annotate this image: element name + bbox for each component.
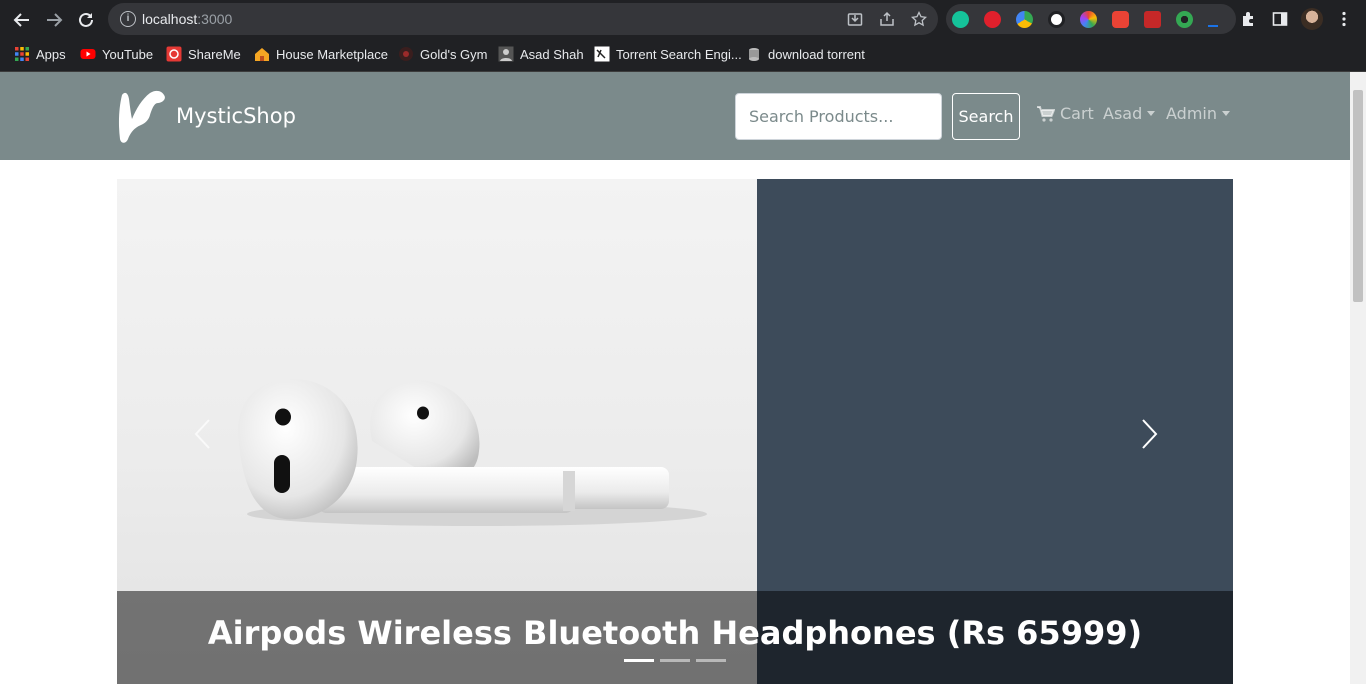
- house-icon: [255, 48, 269, 61]
- search-button[interactable]: Search: [952, 93, 1020, 140]
- bookmark-house-marketplace[interactable]: House Marketplace: [254, 39, 388, 69]
- h-extension-icon[interactable]: [1048, 11, 1065, 28]
- bookmark-asad-shah[interactable]: Asad Shah: [498, 39, 584, 69]
- user-menu-dropdown[interactable]: Asad: [1103, 104, 1156, 123]
- chevron-down-icon: [1147, 111, 1156, 116]
- bookmark-shareme[interactable]: ShareMe: [166, 39, 241, 69]
- browser-toolbar: i localhost:3000: [0, 0, 1366, 39]
- grammarly-extension-icon[interactable]: [952, 11, 969, 28]
- cart-label: Cart: [1060, 104, 1094, 123]
- bookmark-label: Apps: [36, 46, 66, 62]
- bookmark-torrent-search[interactable]: Torrent Search Engi...: [594, 39, 742, 69]
- shareme-icon: [166, 46, 182, 62]
- admin-menu-dropdown[interactable]: Admin: [1166, 104, 1230, 123]
- mysticshop-logo-icon: [118, 90, 165, 143]
- bookmark-apps[interactable]: Apps: [14, 39, 66, 69]
- brand-link[interactable]: MysticShop: [116, 89, 296, 143]
- colorzilla-extension-icon[interactable]: [1080, 11, 1097, 28]
- cart-icon: [1037, 105, 1055, 122]
- carousel-indicator-2[interactable]: [660, 659, 690, 662]
- chevron-right-icon: [1142, 419, 1158, 449]
- bookmark-label: ShareMe: [188, 46, 241, 62]
- share-icon[interactable]: [878, 10, 896, 28]
- reload-button[interactable]: [74, 8, 98, 32]
- chrome-menu-icon[interactable]: [1335, 10, 1353, 28]
- reload-icon: [79, 12, 93, 27]
- bookmark-label: YouTube: [102, 46, 154, 62]
- admin-menu-label: Admin: [1166, 104, 1217, 123]
- blue-extension-icon[interactable]: [1208, 17, 1218, 27]
- download-torrent-icon: [749, 48, 759, 61]
- chevron-left-icon: [194, 419, 210, 449]
- site-info-icon[interactable]: i: [120, 11, 136, 27]
- bookmark-download-torrent[interactable]: download torrent: [746, 39, 865, 69]
- youtube-icon: [80, 49, 96, 59]
- side-panel-icon[interactable]: [1271, 10, 1289, 28]
- brand-name: MysticShop: [176, 104, 296, 128]
- asad-shah-icon: [498, 46, 514, 62]
- golds-gym-icon: [399, 47, 413, 61]
- forward-button[interactable]: [42, 8, 66, 32]
- adblock-extension-icon[interactable]: [984, 11, 1001, 28]
- refresh-extension-icon[interactable]: [1112, 11, 1129, 28]
- bookmark-label: Torrent Search Engi...: [616, 46, 742, 62]
- forward-arrow-icon: [47, 13, 63, 27]
- carousel-indicators: [624, 659, 726, 662]
- target-extension-icon[interactable]: [1176, 11, 1193, 28]
- user-menu-label: Asad: [1103, 104, 1143, 123]
- torrent-search-icon: [594, 46, 610, 62]
- bookmark-star-icon[interactable]: [910, 10, 928, 28]
- carousel-indicator-1[interactable]: [624, 659, 654, 662]
- carousel-indicator-3[interactable]: [696, 659, 726, 662]
- web-page: MysticShop Search Cart Asad Admin: [0, 72, 1350, 684]
- install-app-icon[interactable]: [846, 10, 864, 28]
- extensions-puzzle-icon[interactable]: [1239, 10, 1257, 28]
- bookmark-label: download torrent: [768, 46, 865, 62]
- chevron-down-icon: [1222, 111, 1230, 116]
- back-arrow-icon: [13, 13, 29, 27]
- site-navbar: MysticShop Search Cart Asad Admin: [0, 72, 1350, 160]
- bookmark-label: Gold's Gym: [420, 46, 488, 62]
- cart-link[interactable]: Cart: [1037, 104, 1094, 123]
- bookmark-youtube[interactable]: YouTube: [80, 39, 153, 69]
- carousel-next-control[interactable]: [1137, 417, 1161, 451]
- page-scrollbar[interactable]: [1350, 72, 1366, 684]
- color-picker-extension-icon[interactable]: [1016, 11, 1033, 28]
- bookmark-label: House Marketplace: [276, 46, 388, 62]
- scrollbar-thumb[interactable]: [1353, 90, 1363, 302]
- back-button[interactable]: [10, 8, 34, 32]
- product-carousel: Airpods Wireless Bluetooth Headphones (R…: [117, 179, 1233, 684]
- carousel-caption[interactable]: Airpods Wireless Bluetooth Headphones (R…: [117, 614, 1233, 652]
- search-input[interactable]: [735, 93, 942, 140]
- bookmark-label: Asad Shah: [520, 46, 584, 62]
- bookmark-golds-gym[interactable]: Gold's Gym: [398, 39, 488, 69]
- carousel-prev-control[interactable]: [191, 417, 215, 451]
- profile-avatar[interactable]: [1301, 8, 1323, 30]
- address-bar[interactable]: i localhost:3000: [108, 3, 938, 35]
- bookmarks-bar: Apps YouTube ShareMe House Marketplace G…: [0, 39, 1366, 72]
- red-extension-icon[interactable]: [1144, 11, 1161, 28]
- apps-grid-icon: [15, 47, 29, 61]
- address-url[interactable]: localhost:3000: [142, 11, 232, 27]
